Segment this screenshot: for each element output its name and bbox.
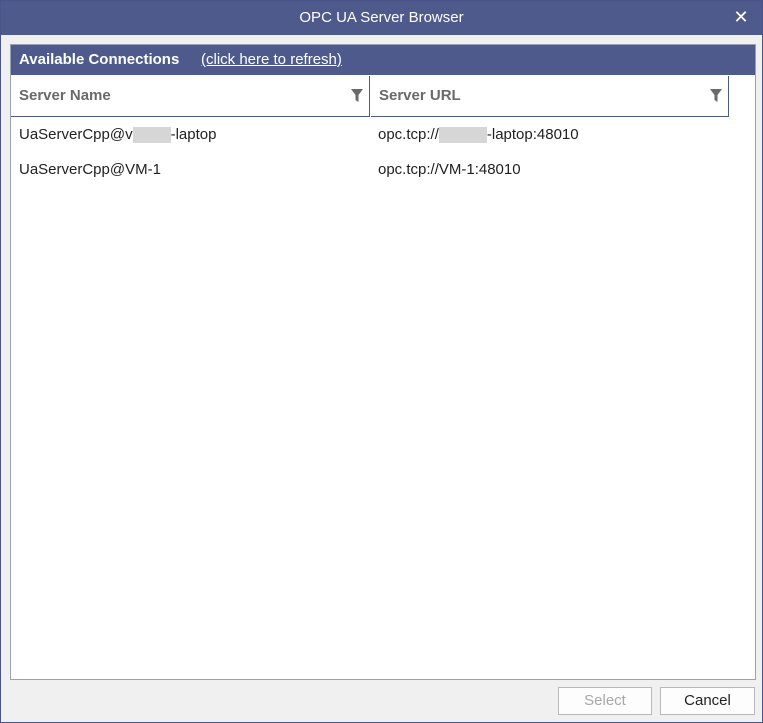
server-url-suffix: -laptop:48010: [486, 126, 579, 143]
column-header-server-name[interactable]: Server Name: [11, 76, 370, 117]
filter-icon[interactable]: [351, 89, 363, 103]
redacted-block: [438, 127, 487, 144]
server-url-text: opc.tcp://: [378, 126, 439, 143]
server-url-cell: opc.tcp:// -laptop:48010: [378, 117, 579, 152]
title-bar: OPC UA Server Browser ✕: [1, 1, 762, 35]
server-url-text: opc.tcp://VM-1:48010: [378, 161, 521, 178]
server-name-cell: UaServerCpp@v -laptop: [19, 117, 216, 152]
panel-header: Available Connections (click here to ref…: [11, 45, 755, 75]
server-name-text: UaServerCpp@v: [19, 126, 133, 143]
cancel-button[interactable]: Cancel: [660, 687, 755, 715]
server-name-text: UaServerCpp@VM-1: [19, 161, 161, 178]
column-label-server-name: Server Name: [19, 87, 111, 104]
filter-icon[interactable]: [710, 89, 722, 103]
column-label-server-url: Server URL: [379, 87, 461, 104]
server-list: UaServerCpp@v -laptop opc.tcp:// -laptop:4…: [11, 117, 755, 187]
column-header-server-url[interactable]: Server URL: [371, 76, 729, 117]
select-button[interactable]: Select: [558, 687, 652, 715]
close-icon[interactable]: ✕: [728, 4, 754, 30]
server-name-suffix: -laptop: [170, 126, 217, 143]
server-name-cell: UaServerCpp@VM-1: [19, 152, 161, 187]
connections-panel: Available Connections (click here to ref…: [10, 44, 756, 680]
server-url-cell: opc.tcp://VM-1:48010: [378, 152, 521, 187]
refresh-link[interactable]: (click here to refresh): [201, 45, 342, 75]
opc-ua-server-browser-dialog: OPC UA Server Browser ✕ Available Connec…: [0, 0, 763, 723]
redacted-block: [132, 127, 171, 144]
table-row[interactable]: UaServerCpp@VM-1 opc.tcp://VM-1:48010: [11, 152, 755, 187]
table-row[interactable]: UaServerCpp@v -laptop opc.tcp:// -laptop:4…: [11, 117, 755, 152]
window-title: OPC UA Server Browser: [299, 9, 464, 26]
panel-title: Available Connections: [19, 51, 180, 68]
